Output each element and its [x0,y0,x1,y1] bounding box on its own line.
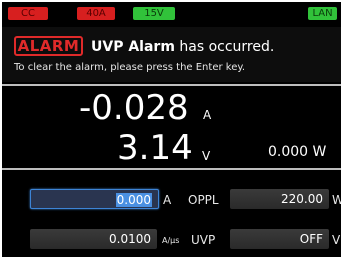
alarm-title: UVP Alarm has occurred. [91,39,274,55]
lan-badge: LAN [308,7,337,20]
current-unit: A [203,108,212,122]
alarm-tag: ALARM [14,36,83,56]
oppl-field[interactable]: 220.00 [230,189,329,209]
uvp-unit: V [332,233,341,247]
current-setpoint-value: 0.000 [115,193,152,207]
measurement-panel: -0.028 A 3.14 V 0.000 W [2,84,341,170]
slew-rate-field[interactable]: 0.0100 [30,229,157,249]
status-bar: CC 40A 15V LAN [2,2,341,26]
oppl-label: OPPL [188,193,219,207]
mode-badge: CC [8,7,48,20]
alarm-title-rest: has occurred. [174,39,275,55]
power-reading: 0.000 W [268,144,327,160]
alarm-panel: ALARM UVP Alarm has occurred. To clear t… [2,27,341,82]
current-reading: -0.028 [79,88,189,128]
voltage-reading: 3.14 [117,128,193,168]
voltage-unit: V [202,149,211,163]
current-setpoint-field[interactable]: 0.000 [30,189,159,209]
settings-panel: 0.000 A OPPL 220.00 W 0.0100 A/µs UVP OF… [2,172,341,257]
slew-rate-unit: A/µs [162,236,180,245]
instrument-display: CC 40A 15V LAN ALARM UVP Alarm has occur… [2,2,341,257]
alarm-hint: To clear the alarm, please press the Ent… [14,62,246,73]
alarm-type: UVP Alarm [91,39,175,55]
oppl-unit: W [332,193,341,207]
voltage-range-badge: 15V [133,7,175,20]
current-setpoint-unit: A [163,193,172,207]
current-range-badge: 40A [77,7,115,20]
uvp-label: UVP [191,233,216,247]
uvp-field[interactable]: OFF [230,229,329,249]
